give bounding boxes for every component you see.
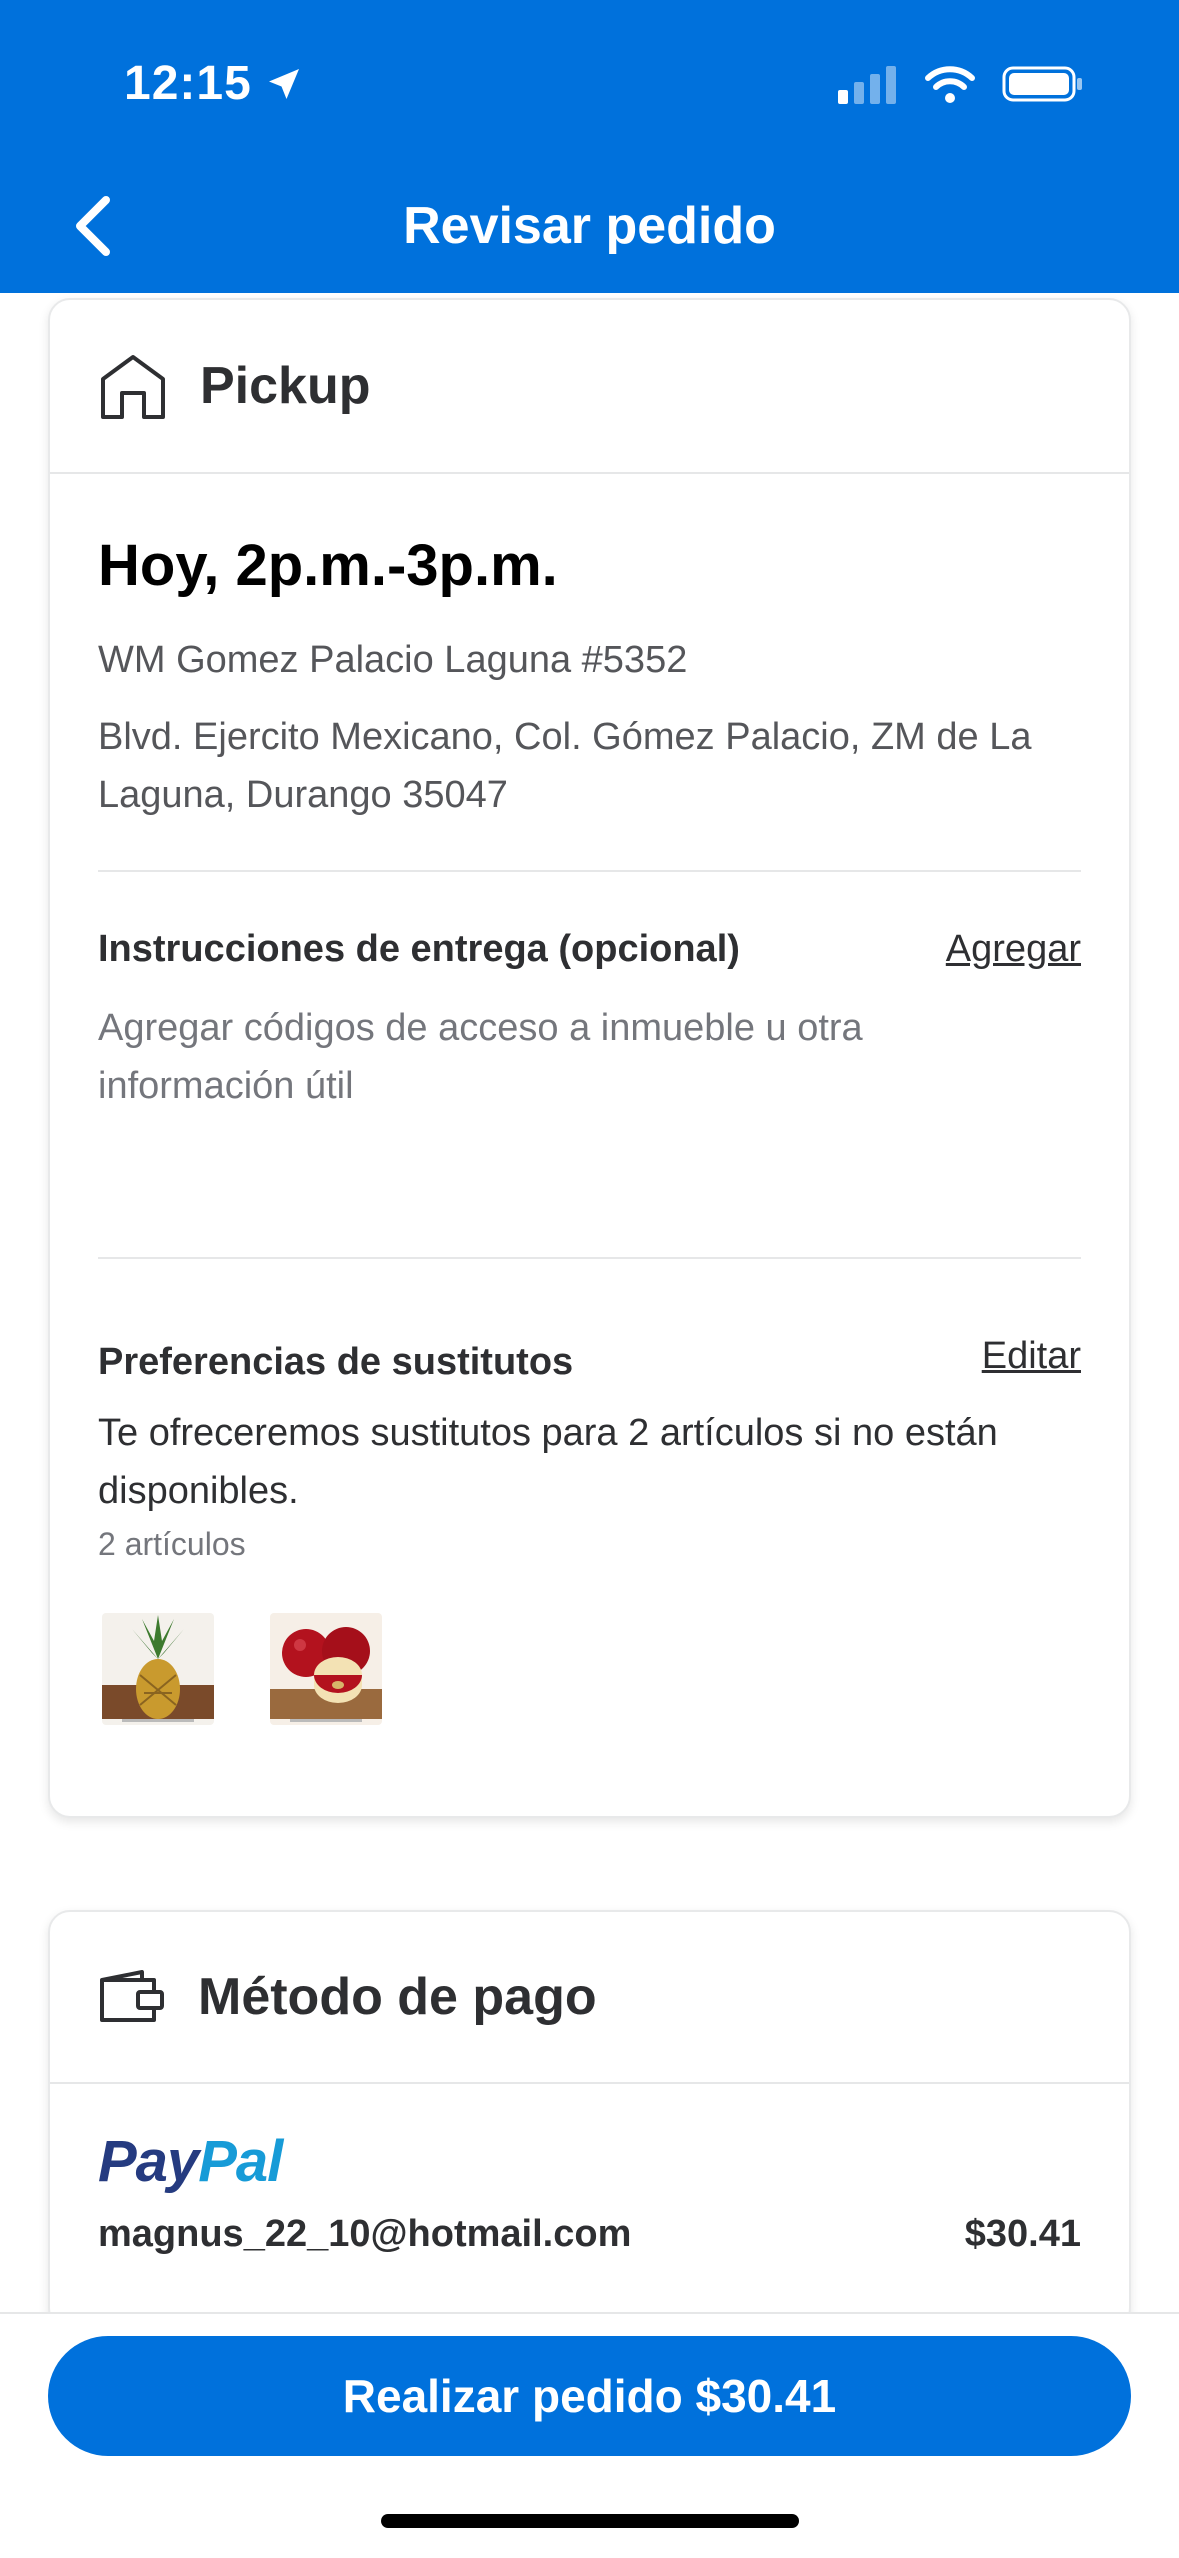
paypal-logo: PayPal xyxy=(98,2128,1081,2195)
payment-amount: $30.41 xyxy=(964,2213,1081,2255)
instructions-title: Instrucciones de entrega (opcional) xyxy=(98,928,740,970)
instructions-placeholder[interactable]: Agregar códigos de acceso a inmueble u o… xyxy=(98,999,918,1115)
substitute-thumbnails xyxy=(98,1613,1081,1725)
payment-card-header: Método de pago xyxy=(50,1912,1129,2084)
place-order-button[interactable]: Realizar pedido $30.41 xyxy=(48,2336,1131,2456)
substitutes-count: 2 artículos xyxy=(98,1526,246,1562)
add-instructions-link[interactable]: Agregar xyxy=(946,928,1081,971)
battery-icon xyxy=(1002,66,1082,102)
paypal-email: magnus_22_10@hotmail.com xyxy=(98,2213,632,2255)
pineapple-image xyxy=(102,1613,214,1725)
payment-card: Método de pago PayPal magnus_22_10@hotma… xyxy=(48,1910,1131,2330)
page-title: Revisar pedido xyxy=(403,197,776,255)
paypal-logo-pay: Pay xyxy=(98,2129,199,2194)
store-address: Blvd. Ejercito Mexicano, Col. Gómez Pala… xyxy=(98,716,1032,816)
footer-bar: Realizar pedido $30.41 xyxy=(0,2312,1179,2558)
substitutes-title: Preferencias de sustitutos xyxy=(98,1341,574,1383)
payment-title: Método de pago xyxy=(198,1968,597,2026)
wallet-icon xyxy=(100,1970,164,2022)
app-header: 12:15 Revisar pedido xyxy=(0,0,1179,293)
pickup-card-header: Pickup xyxy=(50,300,1129,474)
home-indicator xyxy=(381,2514,799,2528)
edit-substitutes-link[interactable]: Editar xyxy=(982,1335,1081,1378)
pickup-slot: Hoy, 2p.m.-3p.m. xyxy=(98,533,558,598)
store-name: WM Gomez Palacio Laguna #5352 xyxy=(98,639,688,681)
location-arrow-icon xyxy=(268,68,299,99)
divider xyxy=(98,870,1081,872)
status-time: 12:15 xyxy=(124,56,304,111)
status-time-text: 12:15 xyxy=(124,57,252,110)
paypal-logo-pal: Pal xyxy=(198,2129,283,2194)
substitutes-description: Te ofreceremos sustitutos para 2 artícul… xyxy=(98,1412,998,1512)
cellular-signal-icon xyxy=(838,66,896,104)
instructions-row: Instrucciones de entrega (opcional) Agre… xyxy=(98,928,1081,971)
pickup-card: Pickup Hoy, 2p.m.-3p.m. WM Gomez Palacio… xyxy=(48,298,1131,1818)
status-icons xyxy=(838,64,1084,104)
apples-image xyxy=(270,1613,382,1725)
pickup-title: Pickup xyxy=(200,357,371,415)
substitutes-row: Preferencias de sustitutos Editar xyxy=(98,1335,1081,1384)
divider xyxy=(98,1257,1081,1259)
store-icon xyxy=(101,355,165,419)
payment-row: magnus_22_10@hotmail.com $30.41 xyxy=(98,2213,1081,2256)
wifi-icon xyxy=(925,66,975,103)
